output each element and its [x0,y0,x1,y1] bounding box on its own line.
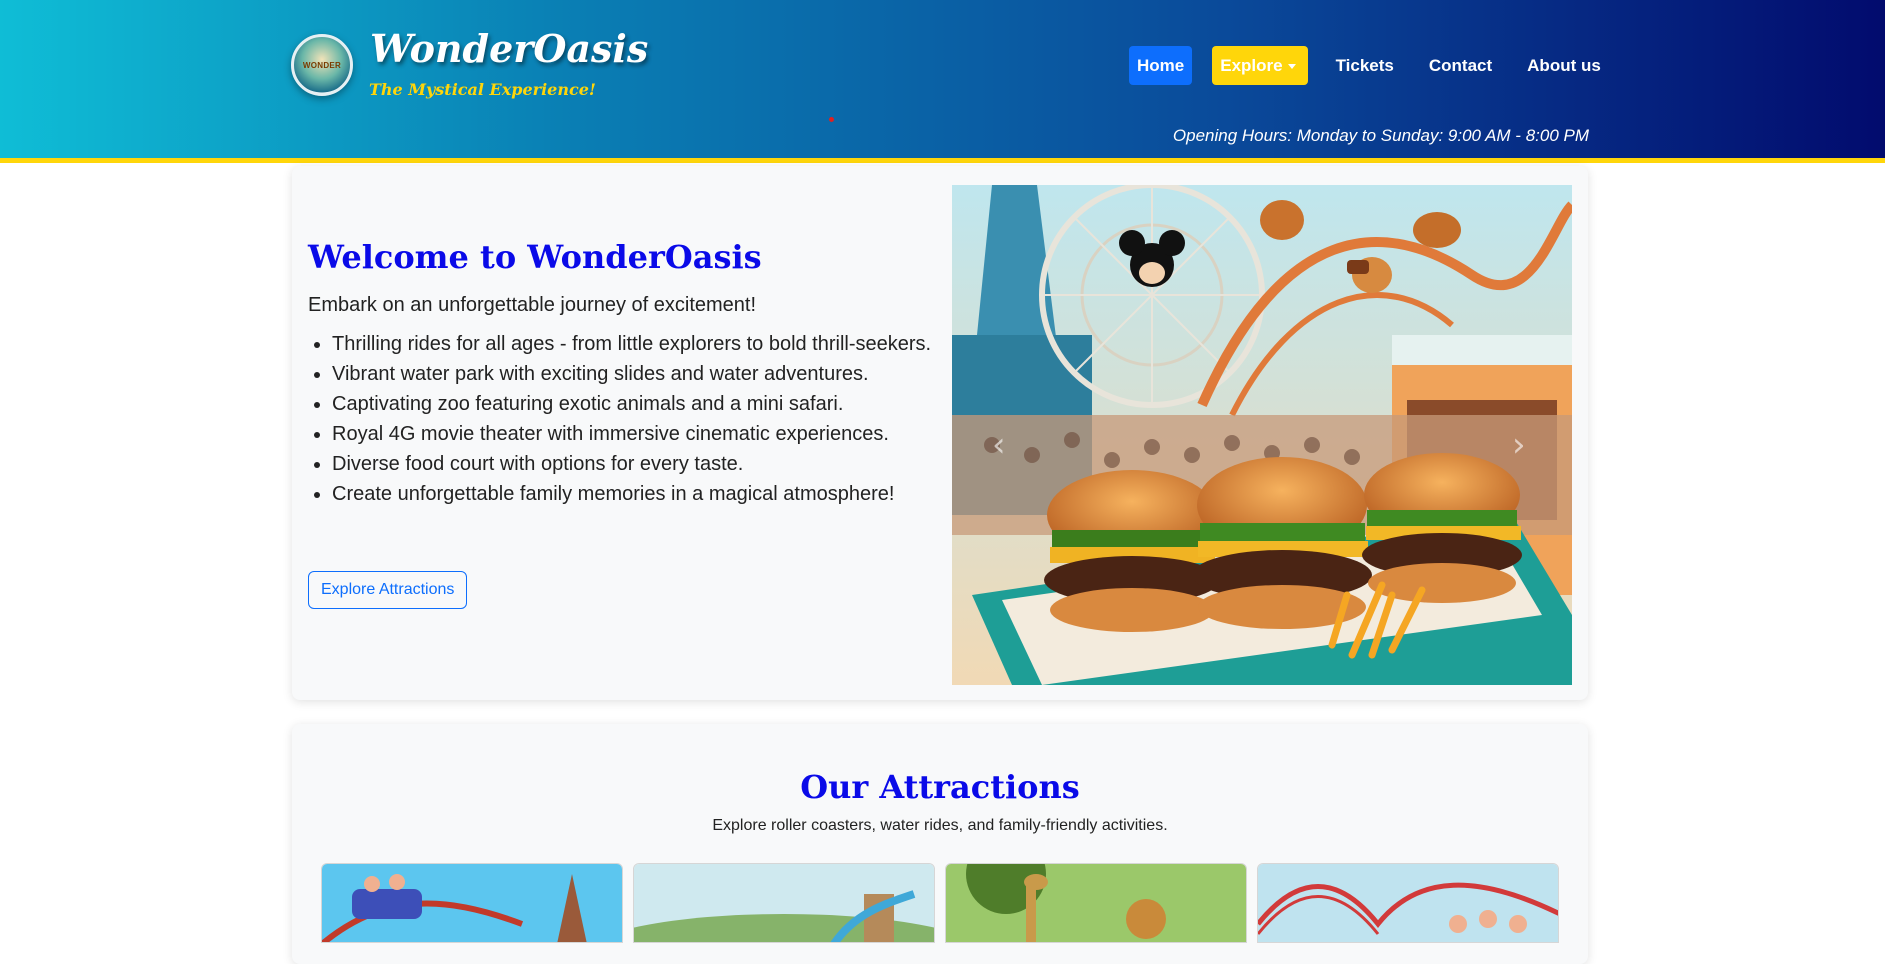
feature-item: Thrilling rides for all ages - from litt… [332,329,932,359]
attraction-card-water-park-image[interactable] [633,863,935,943]
welcome-intro: Embark on an unforgettable journey of ex… [308,294,757,316]
logo-text: WONDER [302,60,342,70]
water-park-thumbnail [634,864,934,942]
site-header: WONDER WonderOasis The Mystical Experien… [0,0,1885,163]
caret-down-icon [1287,64,1296,70]
feature-item: Create unforgettable family memories in … [332,479,932,509]
feature-item: Vibrant water park with exciting slides … [332,359,932,389]
coaster-thumbnail [322,864,622,942]
nav-contact[interactable]: Contact [1421,46,1500,85]
food-park-illustration [952,185,1572,685]
indicator-dot [829,117,834,122]
attractions-title: Our Attractions [800,768,1080,806]
zoo-thumbnail [946,864,1246,942]
attraction-card-zoo-image[interactable] [945,863,1247,943]
feature-item: Captivating zoo featuring exotic animals… [332,389,932,419]
explore-attractions-button[interactable]: Explore Attractions [308,571,468,609]
feature-item: Diverse food court with options for ever… [332,449,932,479]
carousel-next-icon[interactable]: › [1512,425,1526,465]
main-nav: Home Explore Tickets Contact About us [1129,46,1628,85]
nav-home[interactable]: Home [1129,46,1193,85]
nav-tickets[interactable]: Tickets [1328,46,1402,85]
welcome-section: Welcome to WonderOasis Embark on an unfo… [292,166,1588,700]
carousel-prev-icon[interactable]: ‹ [992,425,1006,465]
attractions-section: Our Attractions Explore roller coasters,… [292,724,1588,964]
attraction-card-coaster-thrill-image[interactable] [1257,863,1559,943]
feature-item: Royal 4G movie theater with immersive ci… [332,419,932,449]
attractions-subtitle: Explore roller coasters, water rides, an… [712,817,1168,834]
brand-tagline: The Mystical Experience! [369,80,596,99]
thrill-ride-thumbnail [1258,864,1558,942]
nav-explore-dropdown[interactable]: Explore [1212,46,1308,85]
attractions-grid [321,863,1559,943]
opening-hours: Opening Hours: Monday to Sunday: 9:00 AM… [1172,126,1589,145]
hero-carousel-image[interactable]: ‹ › [952,185,1572,685]
park-logo[interactable]: WONDER [291,34,353,96]
feature-list: Thrilling rides for all ages - from litt… [332,329,932,509]
nav-about[interactable]: About us [1519,46,1609,85]
nav-explore-label: Explore [1220,56,1283,75]
welcome-title: Welcome to WonderOasis [308,238,762,276]
brand-name[interactable]: WonderOasis [370,26,648,71]
attraction-card-roller-coaster-image[interactable] [321,863,623,943]
